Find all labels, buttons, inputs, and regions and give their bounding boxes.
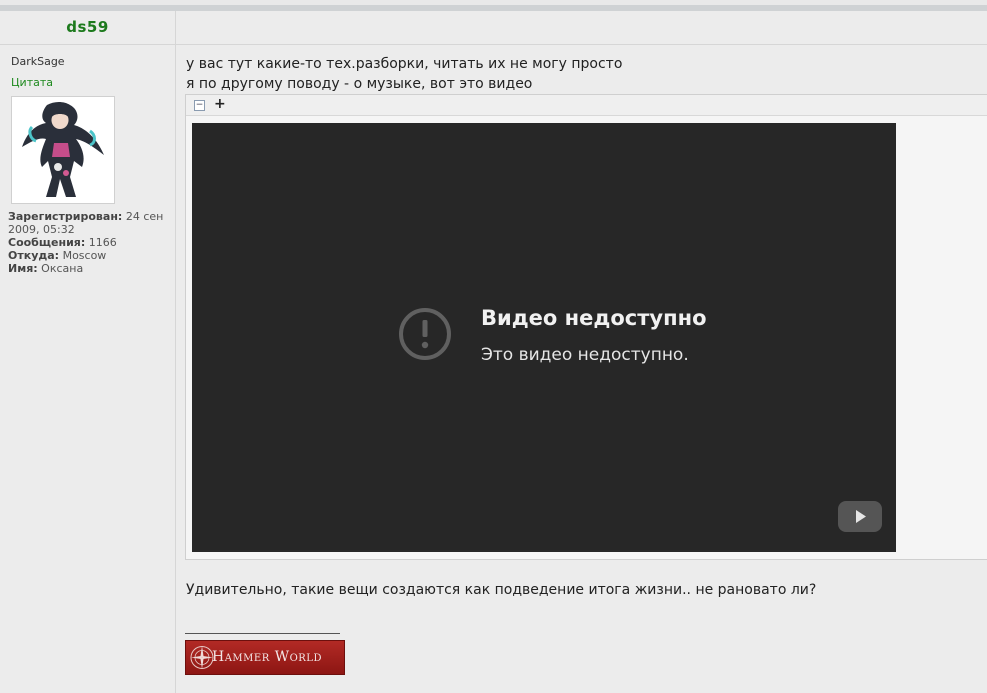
author-rank: DarkSage [11, 55, 65, 68]
youtube-play-icon[interactable] [838, 501, 882, 532]
avatar [11, 96, 115, 204]
author-username[interactable]: ds59 [0, 18, 175, 36]
author-info: Зарегистрирован: 24 сен 2009, 05:32 Сооб… [8, 210, 170, 275]
banner-text: Hammer World [212, 649, 322, 665]
post-line-2: я по другому поводу - о музыке, вот это … [186, 76, 533, 92]
video-toolbar: − + [186, 95, 987, 116]
video-error-title: Видео недоступно [481, 306, 707, 330]
post-line-1: у вас тут какие-то тех.разборки, читать … [186, 56, 623, 72]
name-label: Имя: [8, 262, 38, 275]
video-player[interactable]: Видео недоступно Это видео недоступно. [192, 123, 896, 552]
from-value: Moscow [62, 249, 107, 262]
posts-label: Сообщения: [8, 236, 86, 249]
expand-button[interactable]: + [214, 96, 226, 112]
video-embed: − + Видео недоступно Это видео недоступн… [185, 94, 987, 560]
post-header-row [176, 12, 987, 45]
post-after-video-text: Удивительно, такие вещи создаются как по… [186, 582, 817, 598]
collapse-button[interactable]: − [194, 100, 205, 111]
posts-value: 1166 [88, 236, 117, 249]
signature-divider [185, 633, 340, 635]
quote-link[interactable]: Цитата [11, 76, 53, 89]
from-label: Откуда: [8, 249, 60, 262]
video-error-subtitle: Это видео недоступно. [481, 345, 689, 365]
exclamation-circle-icon [399, 308, 451, 360]
signature-banner[interactable]: Hammer World [185, 640, 345, 675]
name-value: Оксана [41, 262, 84, 275]
registered-label: Зарегистрирован: [8, 210, 123, 223]
